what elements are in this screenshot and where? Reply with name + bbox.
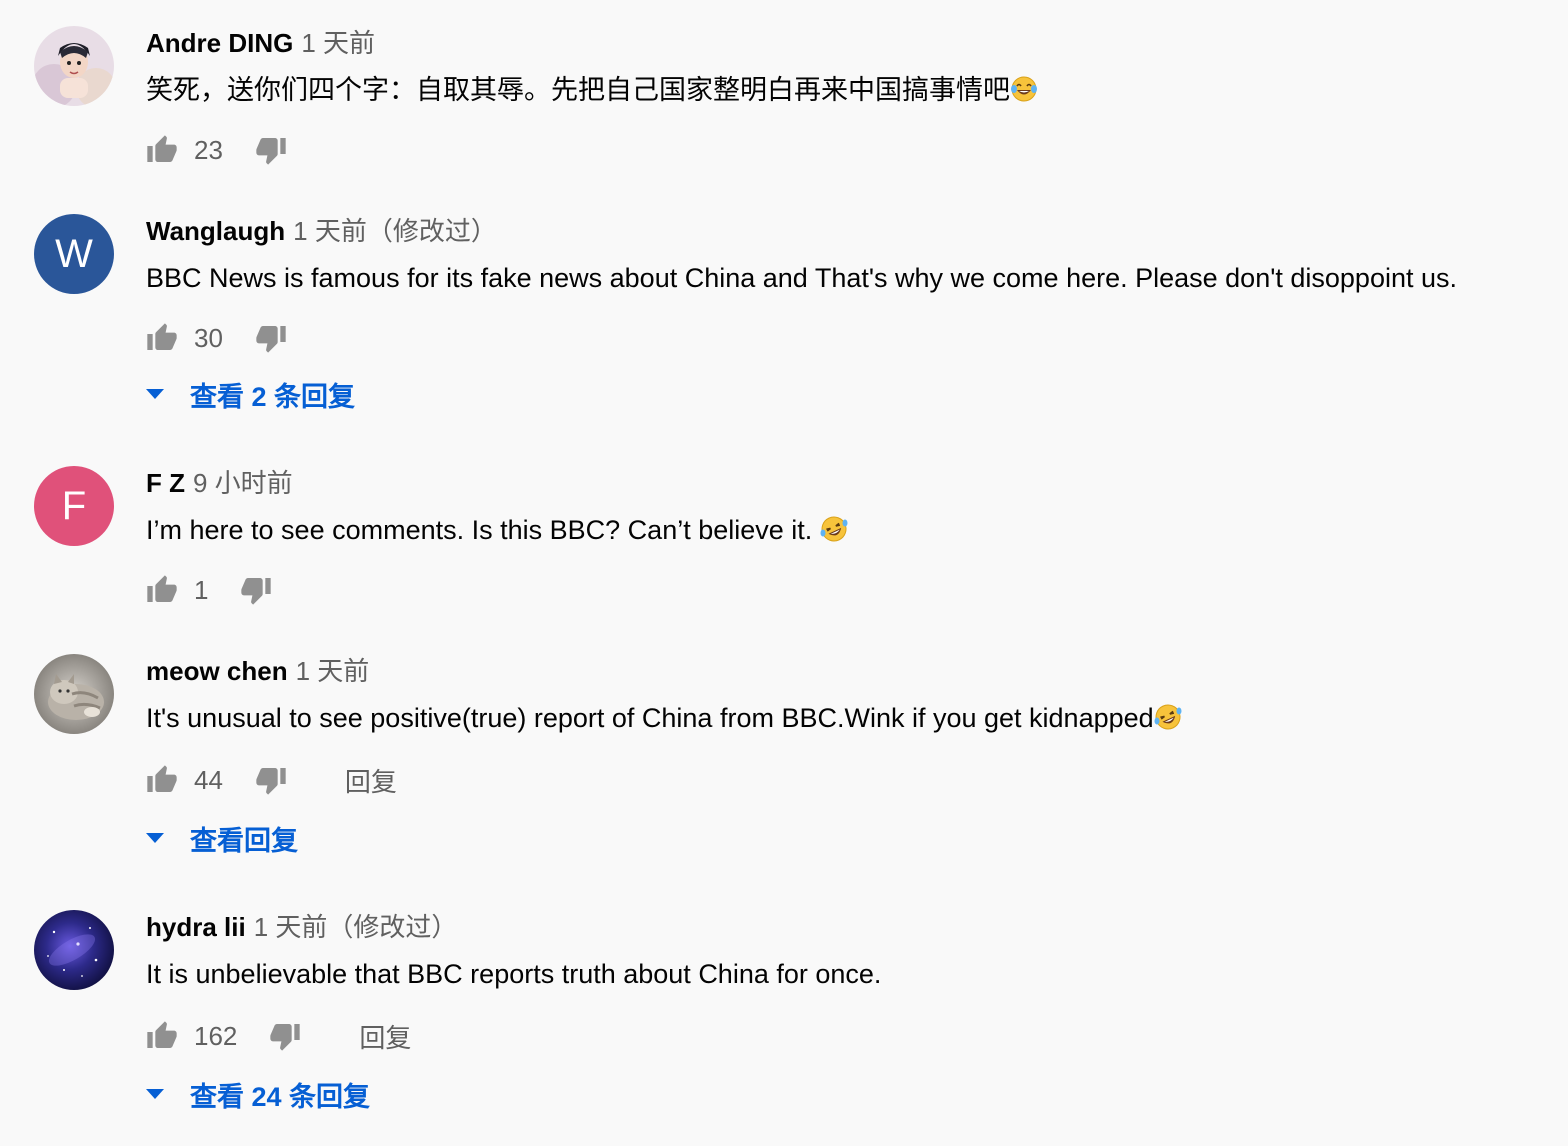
comment-text-body: I’m here to see comments. Is this BBC? C… xyxy=(146,515,820,545)
author-name[interactable]: Andre DING xyxy=(146,28,293,58)
caret-down-icon xyxy=(146,833,164,843)
comment-time[interactable]: 1 天前（修改过） xyxy=(293,216,497,246)
view-replies-button[interactable]: 查看 2 条回复 xyxy=(146,376,355,412)
rolling-on-floor-laughing-emoji-icon xyxy=(820,516,848,542)
author-name[interactable]: Wanglaugh xyxy=(146,216,285,246)
comment-time[interactable]: 1 天前 xyxy=(296,656,370,686)
comment-time[interactable]: 9 小时前 xyxy=(193,468,293,498)
comment-header: Wanglaugh 1 天前（修改过） xyxy=(146,215,497,247)
comment-text: It's unusual to see positive(true) repor… xyxy=(146,700,1182,736)
avatar-letter: W xyxy=(55,231,93,276)
view-replies-label: 查看 2 条回复 xyxy=(190,381,356,412)
reply-button[interactable]: 回复 xyxy=(345,762,397,799)
anime-avatar-icon xyxy=(34,26,114,106)
thumbs-up-icon xyxy=(147,1021,177,1048)
thumbs-down-icon xyxy=(256,138,286,165)
thumbs-down-icon xyxy=(241,578,272,605)
comment-toolbar: 1 xyxy=(146,572,272,608)
like-count: 23 xyxy=(194,134,223,165)
view-replies-label: 查看 24 条回复 xyxy=(190,1081,371,1112)
avatar[interactable] xyxy=(34,910,114,990)
like-count: 30 xyxy=(194,322,223,353)
cat-avatar-icon xyxy=(34,654,114,734)
thumbs-up-icon xyxy=(147,135,177,162)
thumbs-down-icon xyxy=(270,1024,301,1051)
tears-of-joy-emoji-icon xyxy=(1011,76,1037,102)
thumbs-down-icon xyxy=(256,326,286,353)
like-button[interactable] xyxy=(146,1020,178,1052)
dislike-button[interactable] xyxy=(255,764,287,796)
comment-header: meow chen 1 天前 xyxy=(146,655,369,687)
view-replies-label: 查看回复 xyxy=(190,825,298,856)
avatar[interactable]: W xyxy=(34,214,114,294)
comment-header: F Z 9 小时前 xyxy=(146,467,293,499)
view-replies-button[interactable]: 查看回复 xyxy=(146,820,298,856)
avatar-letter: F xyxy=(61,483,87,528)
like-button[interactable] xyxy=(146,574,178,606)
comment-text-body: It's unusual to see positive(true) repor… xyxy=(146,703,1154,733)
thumbs-up-icon xyxy=(147,765,177,792)
comment-text: 笑死，送你们四个字：自取其辱。先把自己国家整明白再来中国搞事情吧 xyxy=(146,72,1038,108)
like-count: 1 xyxy=(194,574,209,605)
comment-toolbar: 44 回复 xyxy=(146,762,397,798)
comment-toolbar: 23 xyxy=(146,132,287,168)
like-button[interactable] xyxy=(146,764,178,796)
like-button[interactable] xyxy=(146,322,178,354)
comment-header: Andre DING 1 天前 xyxy=(146,27,375,59)
thumbs-up-icon xyxy=(147,575,177,602)
dislike-button[interactable] xyxy=(240,574,272,606)
author-name[interactable]: hydra lii xyxy=(146,912,246,942)
thumbs-down-icon xyxy=(256,768,286,795)
avatar[interactable] xyxy=(34,26,114,106)
reply-button[interactable]: 回复 xyxy=(359,1018,411,1055)
comment-time[interactable]: 1 天前 xyxy=(301,28,375,58)
galaxy-avatar-icon xyxy=(34,910,114,990)
author-name[interactable]: meow chen xyxy=(146,656,288,686)
dislike-button[interactable] xyxy=(255,322,287,354)
comment-time[interactable]: 1 天前（修改过） xyxy=(254,912,458,942)
comment-text: BBC News is famous for its fake news abo… xyxy=(146,263,1457,293)
caret-down-icon xyxy=(146,389,164,399)
comment-header: hydra lii 1 天前（修改过） xyxy=(146,911,457,943)
rolling-on-floor-laughing-emoji-icon xyxy=(1154,704,1182,730)
author-name[interactable]: F Z xyxy=(146,468,185,498)
comment-text-body: 笑死，送你们四个字：自取其辱。先把自己国家整明白再来中国搞事情吧 xyxy=(146,75,1010,105)
dislike-button[interactable] xyxy=(269,1020,301,1052)
like-count: 162 xyxy=(194,1020,238,1051)
like-button[interactable] xyxy=(146,134,178,166)
comment-toolbar: 30 xyxy=(146,320,287,356)
comment-toolbar: 162 回复 xyxy=(146,1018,411,1054)
dislike-button[interactable] xyxy=(255,134,287,166)
comment-text: I’m here to see comments. Is this BBC? C… xyxy=(146,512,848,548)
comment-text: It is unbelievable that BBC reports trut… xyxy=(146,959,882,989)
view-replies-button[interactable]: 查看 24 条回复 xyxy=(146,1076,370,1112)
caret-down-icon xyxy=(146,1089,164,1099)
avatar[interactable] xyxy=(34,654,114,734)
thumbs-up-icon xyxy=(147,323,177,350)
like-count: 44 xyxy=(194,764,223,795)
avatar[interactable]: F xyxy=(34,466,114,546)
